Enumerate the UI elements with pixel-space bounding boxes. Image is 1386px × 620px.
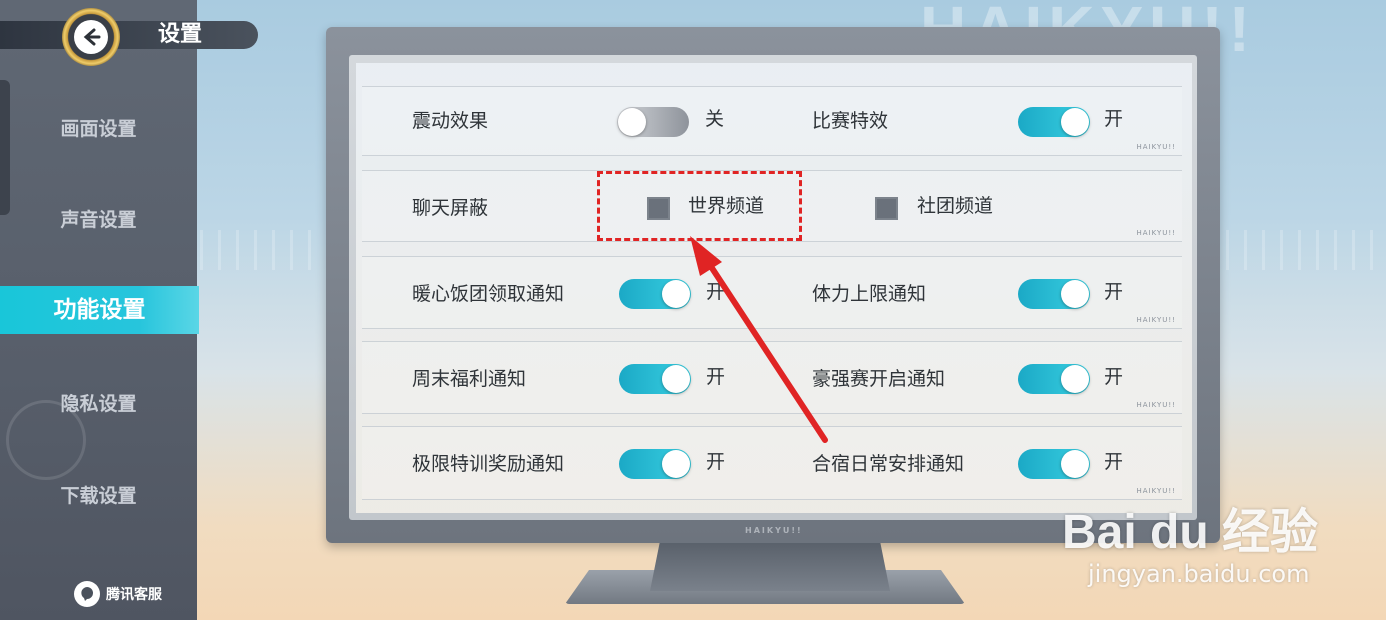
vibration-toggle[interactable] bbox=[617, 107, 689, 137]
tournament-notice-label: 豪强赛开启通知 bbox=[812, 368, 946, 390]
monitor-stand-neck bbox=[650, 543, 890, 591]
row-mark: HAIKYU!! bbox=[1136, 143, 1176, 151]
weekend-notice-state: 开 bbox=[706, 366, 726, 388]
match-effects-label: 比赛特效 bbox=[812, 110, 889, 132]
training-notice-toggle[interactable] bbox=[619, 449, 691, 479]
chat-block-label: 聊天屏蔽 bbox=[412, 197, 489, 219]
back-button[interactable] bbox=[62, 8, 120, 66]
vibration-label: 震动效果 bbox=[412, 110, 489, 132]
customer-service-icon bbox=[74, 581, 100, 607]
baidu-watermark-url: jingyan.baidu.com bbox=[1088, 560, 1310, 588]
stamina-notice-toggle[interactable] bbox=[1018, 279, 1090, 309]
row-mark: HAIKYU!! bbox=[1136, 229, 1176, 237]
training-notice-label: 极限特训奖励通知 bbox=[412, 453, 565, 475]
sidebar-item-function[interactable]: 功能设置 bbox=[0, 286, 199, 334]
sidebar-item-privacy[interactable]: 隐私设置 bbox=[0, 389, 197, 416]
customer-service-label: 腾讯客服 bbox=[106, 587, 162, 603]
bezel-brand: HAIKYU!! bbox=[745, 526, 803, 535]
weekend-notice-label: 周末福利通知 bbox=[412, 368, 527, 390]
rice-ball-notice-state: 开 bbox=[706, 281, 726, 303]
rice-ball-notice-toggle[interactable] bbox=[619, 279, 691, 309]
baidu-watermark: Bai du 经验 bbox=[1062, 506, 1319, 559]
back-arrow-icon bbox=[83, 28, 101, 46]
club-channel-checkbox[interactable] bbox=[875, 197, 898, 220]
sidebar-item-sound[interactable]: 声音设置 bbox=[0, 205, 197, 232]
row-mark: HAIKYU!! bbox=[1136, 316, 1176, 324]
tournament-notice-state: 开 bbox=[1104, 366, 1124, 388]
training-notice-state: 开 bbox=[706, 451, 726, 473]
customer-service-button[interactable]: 腾讯客服 bbox=[74, 581, 162, 607]
page-title: 设置 bbox=[158, 22, 203, 47]
camp-notice-state: 开 bbox=[1104, 451, 1124, 473]
tournament-notice-toggle[interactable] bbox=[1018, 364, 1090, 394]
camp-notice-label: 合宿日常安排通知 bbox=[812, 453, 965, 475]
sidebar-item-display[interactable]: 画面设置 bbox=[0, 114, 197, 141]
match-effects-state: 开 bbox=[1104, 108, 1124, 130]
sidebar-item-download[interactable]: 下载设置 bbox=[0, 481, 197, 508]
weekend-notice-toggle[interactable] bbox=[619, 364, 691, 394]
title-bar bbox=[0, 21, 258, 49]
vibration-state: 关 bbox=[705, 108, 725, 130]
highlight-box bbox=[597, 171, 802, 241]
row-mark: HAIKYU!! bbox=[1136, 401, 1176, 409]
match-effects-toggle[interactable] bbox=[1018, 107, 1090, 137]
camp-notice-toggle[interactable] bbox=[1018, 449, 1090, 479]
rice-ball-notice-label: 暖心饭团领取通知 bbox=[412, 283, 565, 305]
stamina-notice-label: 体力上限通知 bbox=[812, 283, 927, 305]
stamina-notice-state: 开 bbox=[1104, 281, 1124, 303]
club-channel-label: 社团频道 bbox=[917, 195, 994, 217]
sidebar-edge bbox=[0, 80, 10, 215]
